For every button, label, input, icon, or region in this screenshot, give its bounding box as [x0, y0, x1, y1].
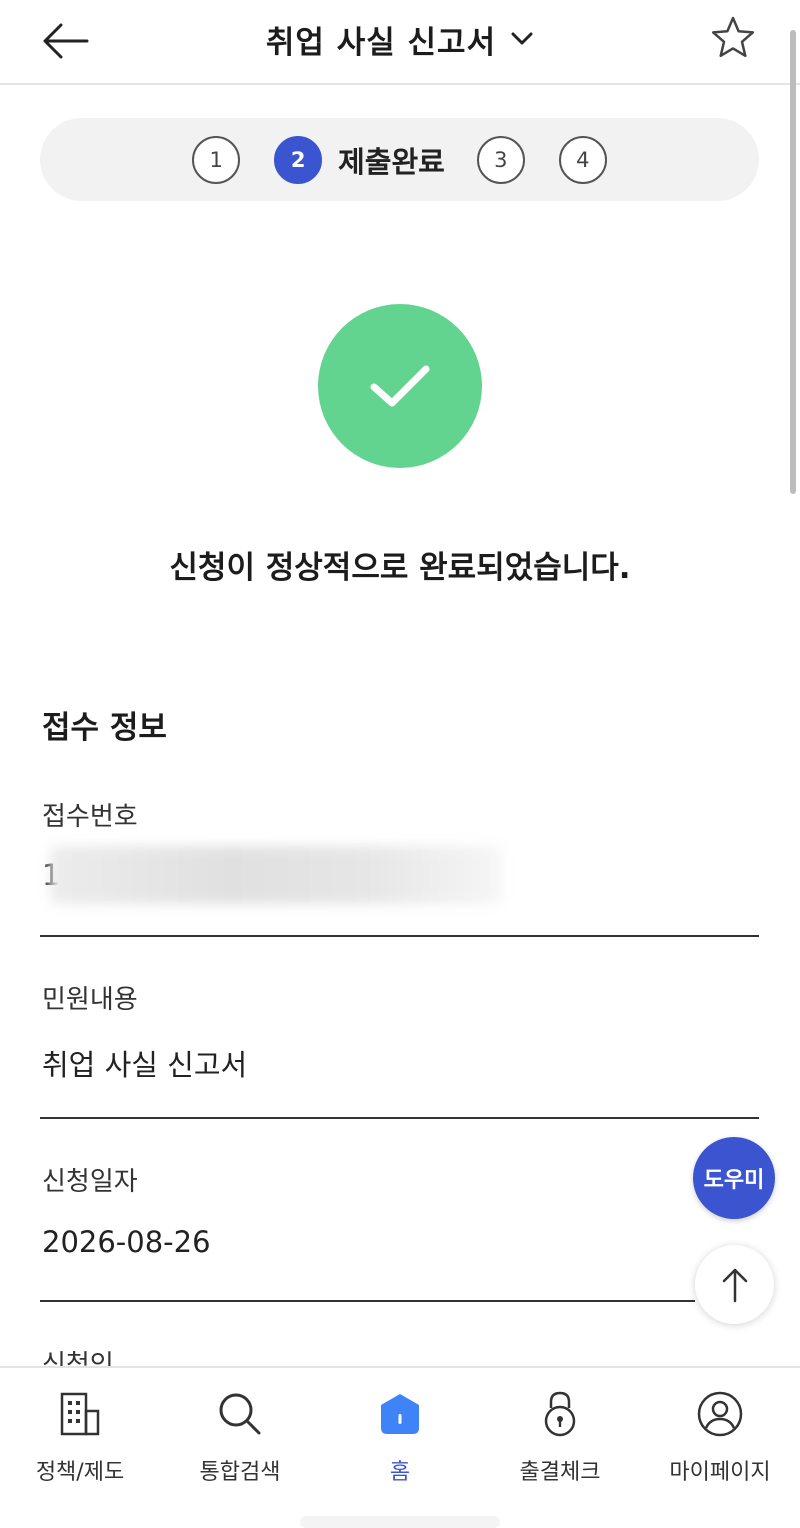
- apply-date-value: 2026-08-26: [42, 1225, 211, 1259]
- petition-content-value: 취업 사실 신고서: [42, 1048, 248, 1082]
- app-header: 취업 사실 신고서: [0, 0, 800, 85]
- receipt-section-title: 접수 정보: [42, 710, 167, 746]
- scrollbar[interactable]: [790, 30, 796, 494]
- nav-home[interactable]: 홈: [320, 1386, 480, 1506]
- chevron-down-icon: [511, 32, 533, 45]
- success-badge: [318, 304, 482, 468]
- step-4: 4: [558, 135, 607, 184]
- bottom-navigation: 정책/제도 통합검색 홈 출결체크 마이페이지: [0, 1366, 800, 1528]
- nav-policy[interactable]: 정책/제도: [0, 1386, 160, 1506]
- nav-attendance[interactable]: 출결체크: [480, 1386, 640, 1506]
- arrow-up-icon: [722, 1268, 747, 1302]
- scroll-top-button[interactable]: [695, 1245, 774, 1324]
- building-icon: [60, 1392, 100, 1436]
- nav-home-label: 홈: [389, 1460, 411, 1485]
- user-circle-icon: [697, 1391, 743, 1437]
- petition-content-label: 민원내용: [42, 985, 138, 1015]
- divider: [40, 1117, 759, 1119]
- active-step-label: 제출완료: [338, 144, 445, 179]
- helper-button[interactable]: 도우미: [693, 1137, 775, 1219]
- favorite-button[interactable]: [708, 14, 758, 60]
- nav-search-label: 통합검색: [199, 1460, 281, 1485]
- receipt-number-label: 접수번호: [42, 802, 138, 832]
- nav-attendance-label: 출결체크: [519, 1460, 601, 1485]
- nav-policy-label: 정책/제도: [35, 1460, 125, 1485]
- page-title: 취업 사실 신고서: [265, 24, 497, 61]
- title-dropdown[interactable]: 취업 사실 신고서: [0, 14, 800, 64]
- step-3: 3: [476, 135, 525, 184]
- divider: [40, 935, 759, 937]
- checkmark-icon: [370, 365, 430, 407]
- nav-mypage[interactable]: 마이페이지: [640, 1386, 800, 1506]
- apply-date-label: 신청일자: [42, 1167, 138, 1197]
- search-icon: [219, 1393, 261, 1435]
- success-message: 신청이 정상적으로 완료되었습니다.: [169, 550, 631, 586]
- progress-stepper: 1 2 제출완료 3 4: [40, 118, 759, 201]
- step-2-active: 2: [274, 135, 323, 184]
- nav-search[interactable]: 통합검색: [160, 1386, 320, 1506]
- nav-mypage-label: 마이페이지: [669, 1460, 771, 1485]
- star-icon: [711, 16, 755, 58]
- home-icon: [381, 1394, 419, 1434]
- divider: [40, 1300, 695, 1302]
- step-1: 1: [192, 135, 241, 184]
- redacted-receipt-number: [50, 846, 502, 904]
- lock-icon: [544, 1391, 576, 1437]
- home-indicator: [300, 1516, 500, 1528]
